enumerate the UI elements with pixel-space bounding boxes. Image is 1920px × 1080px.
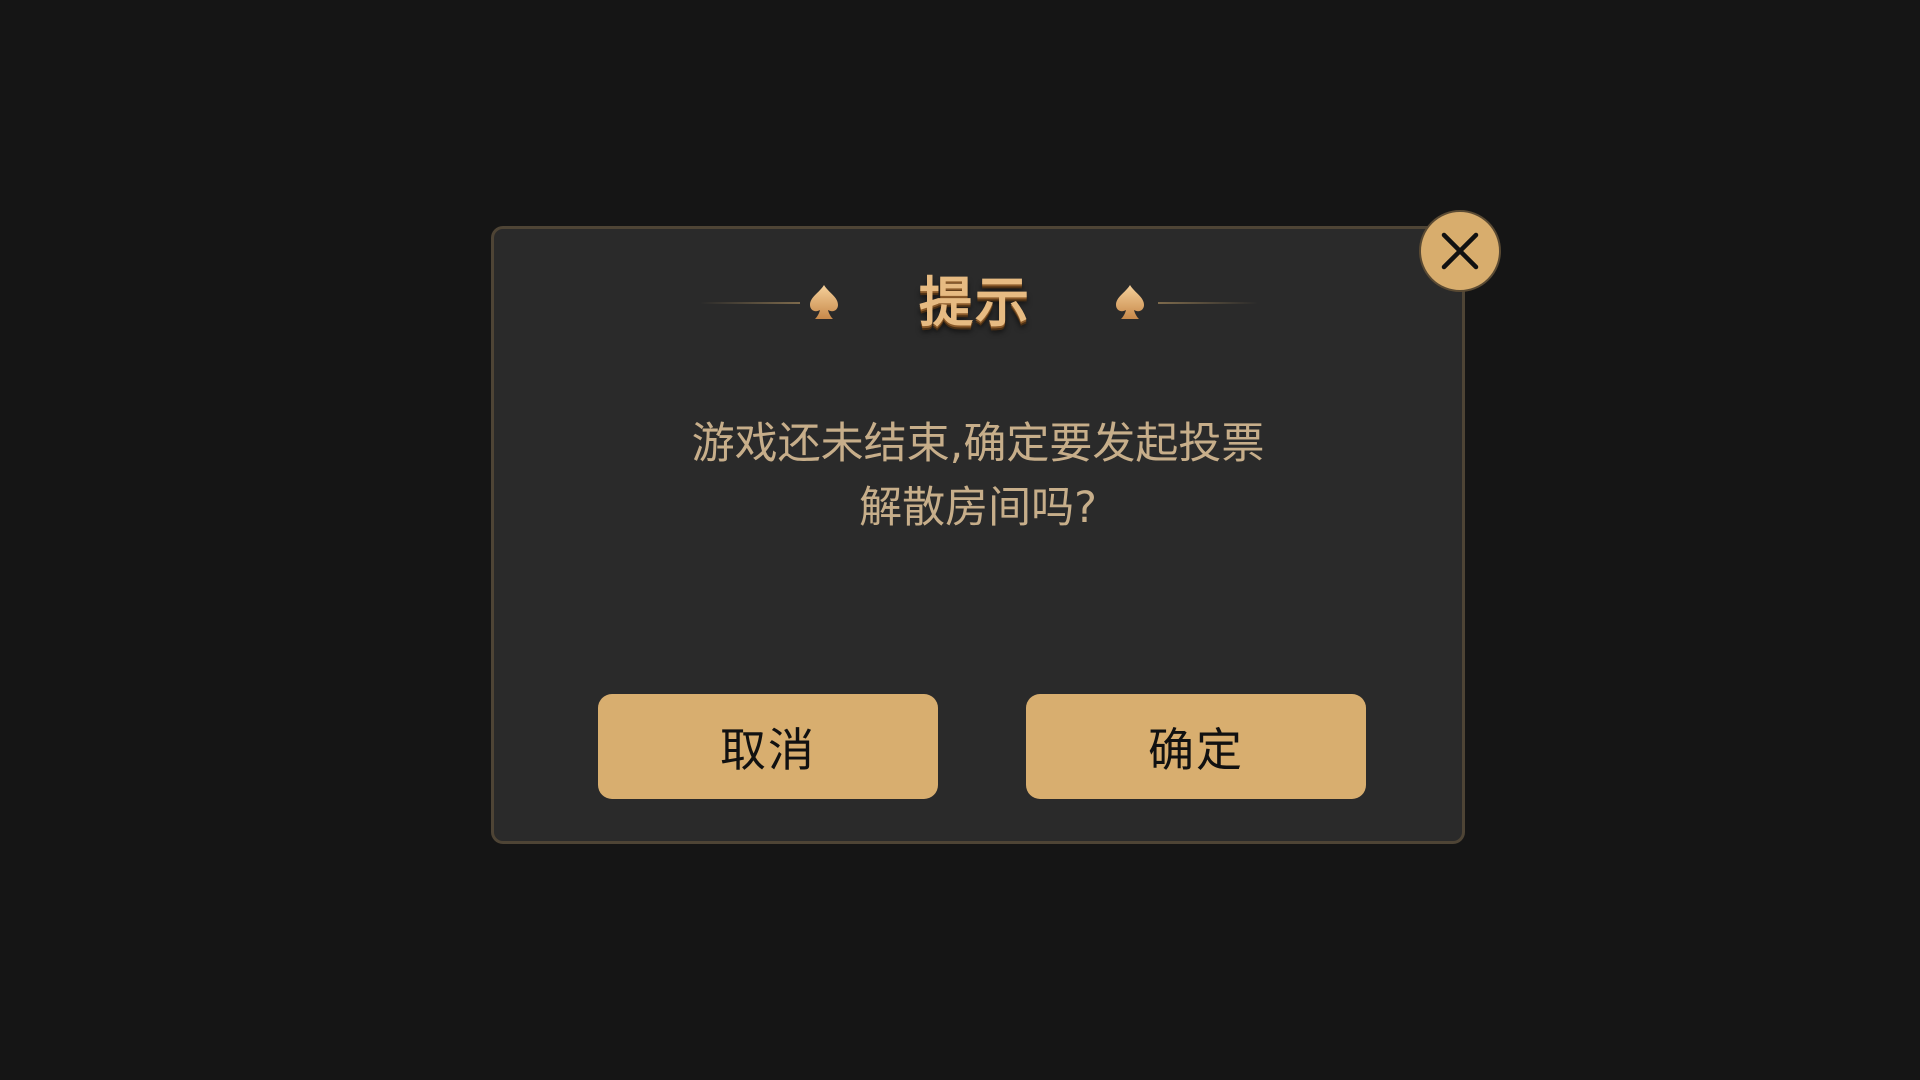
title-divider-right [1158,302,1258,304]
dialog-title: 提示 [919,271,1031,334]
message-line-1: 游戏还未结束,确定要发起投票 [691,419,1265,469]
close-button[interactable] [1419,210,1501,292]
dialog-message: 游戏还未结束,确定要发起投票 解散房间吗? [560,412,1396,540]
dialog-header: 提示 [0,268,1920,338]
close-icon [1441,232,1479,270]
confirm-button[interactable]: 确定 [1026,694,1366,799]
screen-backdrop: 提示 游戏还未结束,确定要发起投票 解散房间吗? 取消 确定 [0,0,1920,1080]
title-divider-left [700,302,800,304]
cancel-button[interactable]: 取消 [598,694,938,799]
spade-icon [1116,285,1144,319]
spade-icon [810,285,838,319]
message-line-2: 解散房间吗? [859,483,1097,533]
